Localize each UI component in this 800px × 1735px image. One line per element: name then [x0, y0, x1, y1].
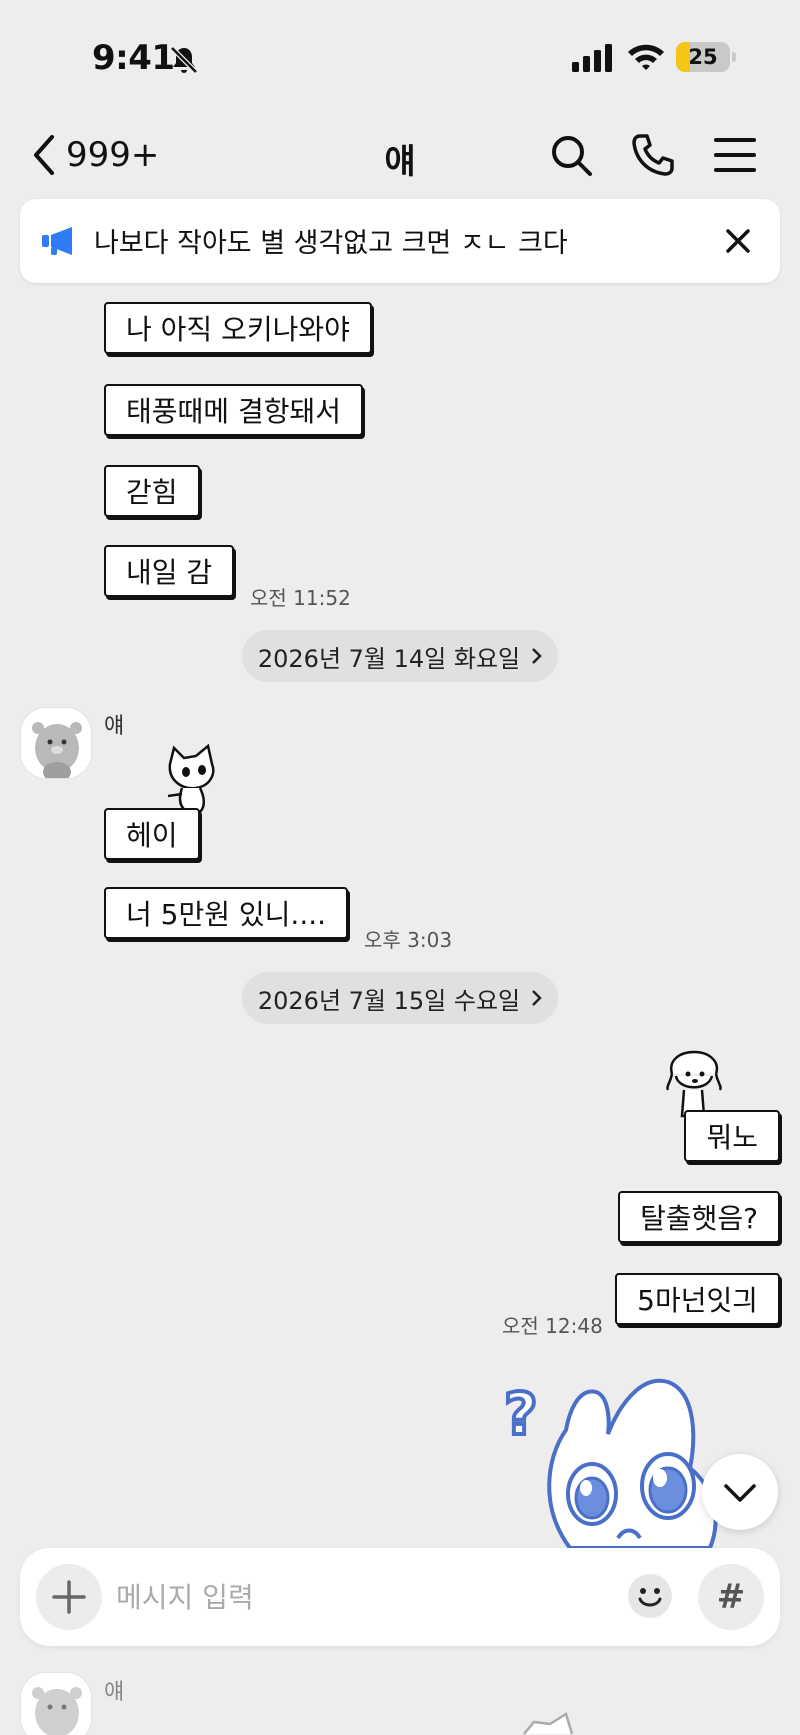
message-composer: # [20, 1548, 780, 1646]
message-time: 오후 3:03 [364, 928, 453, 952]
avatar[interactable] [20, 707, 92, 779]
date-text: 2026년 7월 14일 화요일 [257, 644, 521, 673]
hashtag-icon: # [716, 1577, 746, 1617]
notice-text: 나보다 작아도 별 생각없고 크면 ㅈㄴ 크다 [94, 228, 568, 259]
received-message[interactable]: 내일 감 [104, 545, 235, 597]
unread-count: 999+ [66, 135, 160, 175]
emoji-icon[interactable] [626, 1572, 674, 1620]
cat-sticker-icon [167, 744, 215, 814]
search-icon[interactable] [548, 132, 594, 178]
received-message[interactable]: 헤이 [104, 808, 200, 860]
sender-name: 얘 [104, 714, 125, 739]
message-input[interactable] [116, 1566, 616, 1628]
chat-title: 얘 [384, 142, 416, 182]
sent-message[interactable]: 탈출햇음? [618, 1191, 780, 1243]
bell-off-icon [170, 46, 198, 74]
status-bar: 9:41 25 [0, 0, 800, 110]
bear-avatar-icon [21, 708, 91, 778]
received-message[interactable]: 태풍때메 결항돼서 [104, 384, 363, 436]
close-icon[interactable] [720, 223, 756, 259]
megaphone-icon [42, 227, 72, 255]
sender-name: 얘 [104, 1680, 125, 1705]
avatar[interactable] [20, 1672, 92, 1735]
received-message[interactable]: 너 5만원 있니.... [104, 887, 349, 939]
phone-icon[interactable] [630, 132, 676, 178]
date-divider[interactable]: 2026년 7월 15일 수요일 [242, 972, 558, 1024]
hashtag-button[interactable]: # [698, 1564, 764, 1630]
wifi-icon [628, 44, 664, 70]
sent-message[interactable]: 5마넌잇긔 [615, 1273, 780, 1325]
battery-nub [732, 52, 736, 62]
chat-header: 999+ 얘 [0, 112, 800, 196]
attach-button[interactable] [36, 1564, 102, 1630]
pinned-notice[interactable]: 나보다 작아도 별 생각없고 크면 ㅈㄴ 크다 [20, 199, 780, 283]
menu-icon[interactable] [712, 132, 758, 178]
bear-avatar-icon [21, 1673, 91, 1735]
scroll-to-bottom-button[interactable] [702, 1454, 778, 1530]
back-button[interactable]: 999+ [30, 130, 159, 180]
cellular-signal-icon [572, 44, 612, 72]
battery-indicator: 25 [676, 42, 730, 72]
sent-message[interactable]: 뭐노 [684, 1110, 780, 1162]
chevron-left-icon [34, 135, 54, 175]
message-time: 오전 11:52 [250, 586, 351, 610]
received-message[interactable]: 나 아직 오키나와야 [104, 302, 372, 354]
date-divider[interactable]: 2026년 7월 14일 화요일 [242, 630, 558, 682]
cat-sticker-icon [523, 1712, 574, 1735]
chevron-right-icon [532, 648, 542, 664]
date-text: 2026년 7월 15일 수요일 [257, 986, 521, 1015]
plus-icon [52, 1580, 86, 1614]
message-time: 오전 12:48 [502, 1314, 603, 1338]
svg-text:?: ? [504, 1380, 538, 1448]
received-message[interactable]: 갇힘 [104, 465, 200, 517]
battery-level: 25 [688, 45, 718, 69]
status-time: 9:41 [92, 38, 175, 78]
chevron-down-icon [724, 1484, 756, 1502]
chevron-right-icon [532, 990, 542, 1006]
